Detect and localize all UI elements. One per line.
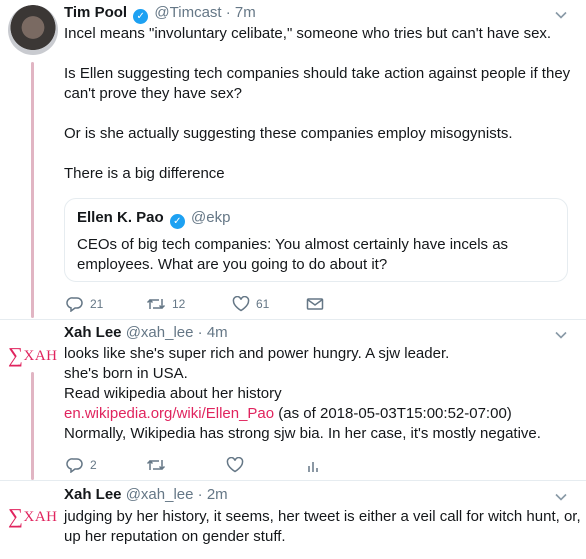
reply-button[interactable]: 21 xyxy=(66,294,103,314)
tweet-text-line: Incel means "involuntary celibate," some… xyxy=(64,25,552,42)
like-button[interactable]: 61 xyxy=(232,294,269,314)
link-suffix: (as of 2018-05-03T15:00:52-07:00) xyxy=(274,405,512,422)
avatar[interactable]: ∑XAH xyxy=(8,344,60,366)
chevron-down-icon[interactable] xyxy=(554,328,568,342)
tweet-actions: 21 12 61 xyxy=(66,294,366,314)
tweet-text-line: Or is she actually suggesting these comp… xyxy=(64,125,513,142)
tweet-text-line: can't prove they have sex? xyxy=(64,85,242,102)
retweet-count: 12 xyxy=(172,297,186,311)
retweet-button[interactable] xyxy=(146,455,166,475)
thread-line xyxy=(31,62,34,318)
user-handle[interactable]: @xah_lee xyxy=(126,486,194,503)
separator-dot: · xyxy=(197,486,203,503)
analytics-icon xyxy=(306,457,320,473)
tweet-divider xyxy=(0,319,586,320)
tweet-text-line: en.wikipedia.org/wiki/Ellen_Pao (as of 2… xyxy=(64,404,512,424)
quoted-user-handle: @ekp xyxy=(191,209,231,226)
avatar-text: XAH xyxy=(23,348,58,364)
tweet-text-line: she's born in USA. xyxy=(64,365,188,382)
timestamp[interactable]: 2m xyxy=(207,486,228,503)
thread-line xyxy=(31,372,34,480)
quoted-tweet-header: Ellen K. Pao ✓ @ekp xyxy=(77,209,555,229)
message-button[interactable] xyxy=(306,294,324,314)
display-name[interactable]: Xah Lee xyxy=(64,324,122,341)
tweet-text-line: looks like she's super rich and power hu… xyxy=(64,345,450,362)
reply-button[interactable]: 2 xyxy=(66,455,97,475)
quoted-tweet-text-line: employees. What are you going to do abou… xyxy=(77,256,388,273)
display-name[interactable]: Xah Lee xyxy=(64,486,122,503)
verified-icon: ✓ xyxy=(133,9,149,24)
avatar[interactable]: ∑XAH xyxy=(8,505,60,527)
sigma-logo-icon: ∑ xyxy=(8,504,24,528)
tweet-text-line: up her reputation on gender stuff. xyxy=(64,528,286,545)
tweet-text-line: judging by her history, it seems, her tw… xyxy=(64,508,581,525)
user-handle[interactable]: @xah_lee xyxy=(126,324,194,341)
quoted-tweet-text-line: CEOs of big tech companies: You almost c… xyxy=(77,236,509,253)
tweet-header: Xah Lee @xah_lee · 4m xyxy=(64,324,228,342)
user-handle[interactable]: @Timcast xyxy=(154,4,221,21)
tweet-actions: 2 xyxy=(66,455,366,475)
wikipedia-link[interactable]: en.wikipedia.org/wiki/Ellen_Pao xyxy=(64,405,274,422)
reply-count: 2 xyxy=(90,458,97,472)
tweet-text-line: There is a big difference xyxy=(64,165,225,182)
like-icon xyxy=(232,296,250,312)
like-button[interactable] xyxy=(226,455,244,475)
retweet-icon xyxy=(146,296,166,312)
separator-dot: · xyxy=(225,4,231,21)
tweet-header: Xah Lee @xah_lee · 2m xyxy=(64,486,228,504)
retweet-icon xyxy=(146,457,166,473)
chevron-down-icon[interactable] xyxy=(554,490,568,504)
chevron-down-icon[interactable] xyxy=(554,8,568,22)
like-icon xyxy=(226,457,244,473)
quoted-display-name: Ellen K. Pao xyxy=(77,209,164,226)
sigma-logo-icon: ∑ xyxy=(8,343,24,367)
tweet-text-line: Read wikipedia about her history xyxy=(64,385,282,402)
avatar-photo xyxy=(8,5,58,55)
tweet-text-line: Is Ellen suggesting tech companies shoul… xyxy=(64,65,571,82)
retweet-button[interactable]: 12 xyxy=(146,294,185,314)
verified-icon: ✓ xyxy=(169,214,185,229)
analytics-button[interactable] xyxy=(306,455,320,475)
reply-icon xyxy=(66,457,84,473)
separator-dot: · xyxy=(197,324,203,341)
avatar[interactable] xyxy=(8,5,58,55)
message-icon xyxy=(306,296,324,312)
tweet-divider xyxy=(0,480,586,481)
reply-count: 21 xyxy=(90,297,104,311)
avatar-text: XAH xyxy=(23,509,58,525)
tweet-header: Tim Pool ✓ @Timcast · 7m xyxy=(64,4,256,24)
timestamp[interactable]: 7m xyxy=(235,4,256,21)
reply-icon xyxy=(66,296,84,312)
quoted-tweet[interactable]: Ellen K. Pao ✓ @ekp CEOs of big tech com… xyxy=(64,198,568,282)
tweet-text-line: Normally, Wikipedia has strong sjw bia. … xyxy=(64,425,541,442)
display-name[interactable]: Tim Pool xyxy=(64,4,127,21)
timestamp[interactable]: 4m xyxy=(207,324,228,341)
like-count: 61 xyxy=(256,297,270,311)
